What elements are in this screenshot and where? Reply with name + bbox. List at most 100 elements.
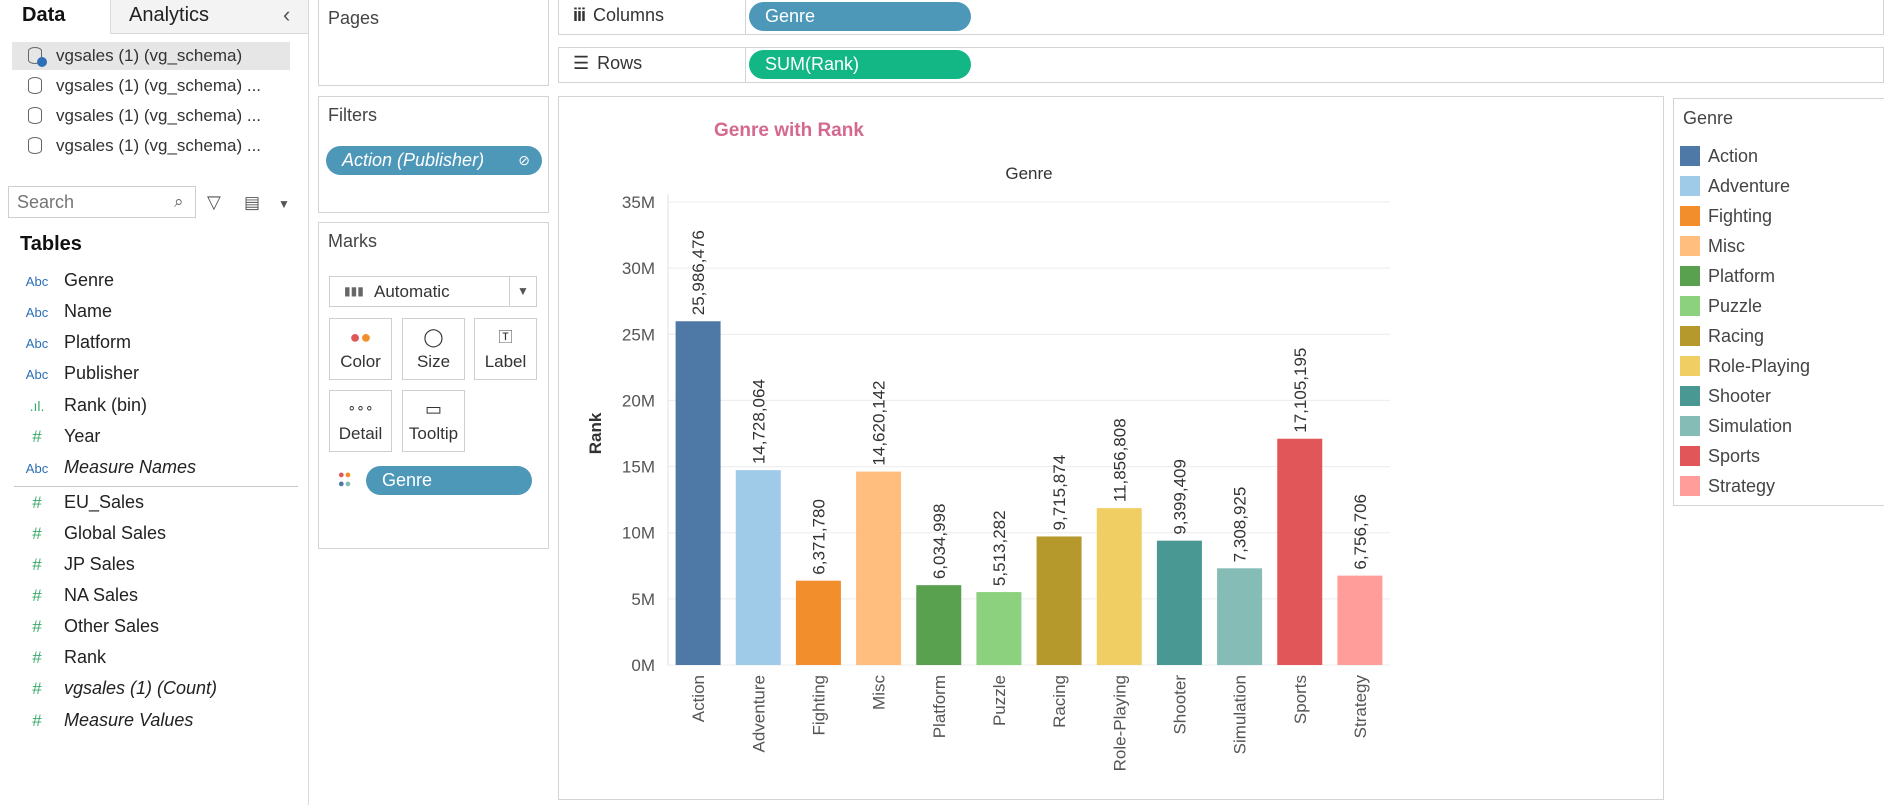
color-button[interactable]: ●● Color xyxy=(329,318,392,380)
field-item[interactable]: # EU_Sales xyxy=(0,487,144,518)
string-type-icon: Abc xyxy=(25,367,49,382)
legend-item[interactable]: Racing xyxy=(1680,321,1764,351)
genre-color-pill[interactable]: Genre xyxy=(366,466,532,495)
field-item[interactable]: # Other Sales xyxy=(0,611,159,642)
rows-label-text: Rows xyxy=(597,53,643,73)
rows-pill[interactable]: SUM(Rank) xyxy=(749,50,971,79)
rows-label: ☰ Rows xyxy=(573,53,642,74)
bar-platform xyxy=(916,585,962,665)
tab-data[interactable]: Data xyxy=(0,0,110,34)
legend-item[interactable]: Platform xyxy=(1680,261,1775,291)
legend-item[interactable]: Adventure xyxy=(1680,171,1790,201)
data-source-label: vgsales (1) (vg_schema) xyxy=(56,46,243,65)
data-source-item[interactable]: vgsales (1) (vg_schema) ... xyxy=(12,72,290,100)
legend-label: Platform xyxy=(1708,266,1776,286)
detail-button[interactable]: ∘∘∘ Detail xyxy=(329,390,392,452)
legend-item[interactable]: Strategy xyxy=(1680,471,1775,501)
number-type-icon: # xyxy=(32,711,42,730)
number-type-icon: # xyxy=(32,493,42,512)
field-item[interactable]: .ıl. Rank (bin) xyxy=(0,390,147,421)
legend-swatch xyxy=(1680,356,1700,376)
filters-card[interactable]: Filters Action (Publisher) ⊘ xyxy=(318,96,549,213)
legend-label: Misc xyxy=(1708,236,1745,256)
columns-label-text: Columns xyxy=(593,5,665,25)
field-item[interactable]: # Measure Values xyxy=(0,705,193,736)
tab-analytics[interactable]: Analytics xyxy=(110,0,308,34)
label-label: Label xyxy=(484,352,527,371)
x-tick-label: Misc xyxy=(870,675,889,710)
bin-type-icon: .ıl. xyxy=(29,398,45,414)
filter-pill[interactable]: Action (Publisher) ⊘ xyxy=(326,146,542,175)
y-tick-label: 35M xyxy=(622,193,655,212)
field-item[interactable]: # Global Sales xyxy=(0,518,166,549)
chevron-down-icon[interactable]: ▼ xyxy=(509,277,536,306)
size-button[interactable]: ◯ Size xyxy=(402,318,465,380)
list-view-icon[interactable]: ▤ xyxy=(244,193,260,213)
field-item[interactable]: # NA Sales xyxy=(0,580,138,611)
field-item[interactable]: # JP Sales xyxy=(0,549,134,580)
bar-value-label: 17,105,195 xyxy=(1291,348,1310,433)
detail-icon: ∘∘∘ xyxy=(347,399,374,415)
legend-item[interactable]: Role-Playing xyxy=(1680,351,1810,381)
field-item[interactable]: # Year xyxy=(0,421,100,452)
field-item[interactable]: Abc Platform xyxy=(0,327,131,358)
legend-swatch xyxy=(1680,386,1700,406)
bar-chart-icon: ▮▮▮ xyxy=(344,284,364,298)
legend-item[interactable]: Shooter xyxy=(1680,381,1771,411)
columns-pill[interactable]: Genre xyxy=(749,2,971,31)
legend-item[interactable]: Misc xyxy=(1680,231,1745,261)
rows-shelf[interactable]: ☰ Rows SUM(Rank) xyxy=(558,47,1884,83)
bar-racing xyxy=(1036,536,1082,665)
bar-fighting xyxy=(795,580,841,665)
field-label: Other Sales xyxy=(64,616,160,636)
field-label: Name xyxy=(64,301,113,321)
legend-swatch xyxy=(1680,446,1700,466)
filter-icon[interactable]: ▽ xyxy=(207,192,221,213)
tooltip-icon: ▭ xyxy=(424,399,442,419)
legend-item[interactable]: Puzzle xyxy=(1680,291,1762,321)
legend-item[interactable]: Sports xyxy=(1680,441,1760,471)
legend-item[interactable]: Action xyxy=(1680,141,1758,171)
legend-item[interactable]: Simulation xyxy=(1680,411,1792,441)
legend-swatch xyxy=(1680,296,1700,316)
number-type-icon: # xyxy=(32,586,42,605)
tooltip-button[interactable]: ▭ Tooltip xyxy=(402,390,465,452)
database-icon xyxy=(28,137,42,154)
legend-label: Sports xyxy=(1708,446,1761,466)
chevron-down-icon[interactable]: ▼ xyxy=(278,197,290,211)
data-source-item[interactable]: vgsales (1) (vg_schema) xyxy=(12,42,290,70)
collapse-pane-icon[interactable]: ‹ xyxy=(283,2,290,28)
field-label: NA Sales xyxy=(64,585,139,605)
field-item[interactable]: # Rank xyxy=(0,642,106,673)
bar-role-playing xyxy=(1096,508,1142,665)
legend-swatch xyxy=(1680,476,1700,496)
bar-value-label: 9,399,409 xyxy=(1170,459,1189,535)
marks-title: Marks xyxy=(328,231,377,251)
mark-type-select[interactable]: ▮▮▮ Automatic ▼ xyxy=(329,276,537,307)
data-source-item[interactable]: vgsales (1) (vg_schema) ... xyxy=(12,132,290,160)
field-item[interactable]: Abc Name xyxy=(0,296,112,327)
x-tick-label: Puzzle xyxy=(990,675,1009,726)
data-source-item[interactable]: vgsales (1) (vg_schema) ... xyxy=(12,102,290,130)
search-input[interactable] xyxy=(8,186,196,218)
field-item[interactable]: # vgsales (1) (Count) xyxy=(0,673,217,704)
y-tick-label: 0M xyxy=(631,656,655,675)
legend-label: Role-Playing xyxy=(1708,356,1811,376)
bar-chart: Genre Rank 0M 5M 10M 15M 20M 25M 30M 35M 25,986,47… xyxy=(586,164,1390,771)
divider xyxy=(14,486,298,487)
columns-shelf[interactable]: iii Columns Genre xyxy=(558,0,1884,35)
color-label: Color xyxy=(340,352,381,371)
field-label: EU_Sales xyxy=(64,492,145,512)
y-tick-label: 15M xyxy=(622,458,655,477)
bar-action xyxy=(675,321,721,665)
search-icon[interactable]: ⌕ xyxy=(174,192,184,212)
number-type-icon: # xyxy=(32,555,42,574)
pages-card[interactable]: Pages xyxy=(318,0,549,86)
field-item[interactable]: Abc Genre xyxy=(0,265,114,296)
legend-item[interactable]: Fighting xyxy=(1680,201,1772,231)
bar-value-label: 11,856,808 xyxy=(1110,418,1129,502)
y-tick-label: 20M xyxy=(622,391,655,410)
field-item[interactable]: Abc Publisher xyxy=(0,358,139,389)
label-button[interactable]: 🅃 Label xyxy=(474,318,537,380)
field-item[interactable]: Abc Measure Names xyxy=(0,452,196,483)
